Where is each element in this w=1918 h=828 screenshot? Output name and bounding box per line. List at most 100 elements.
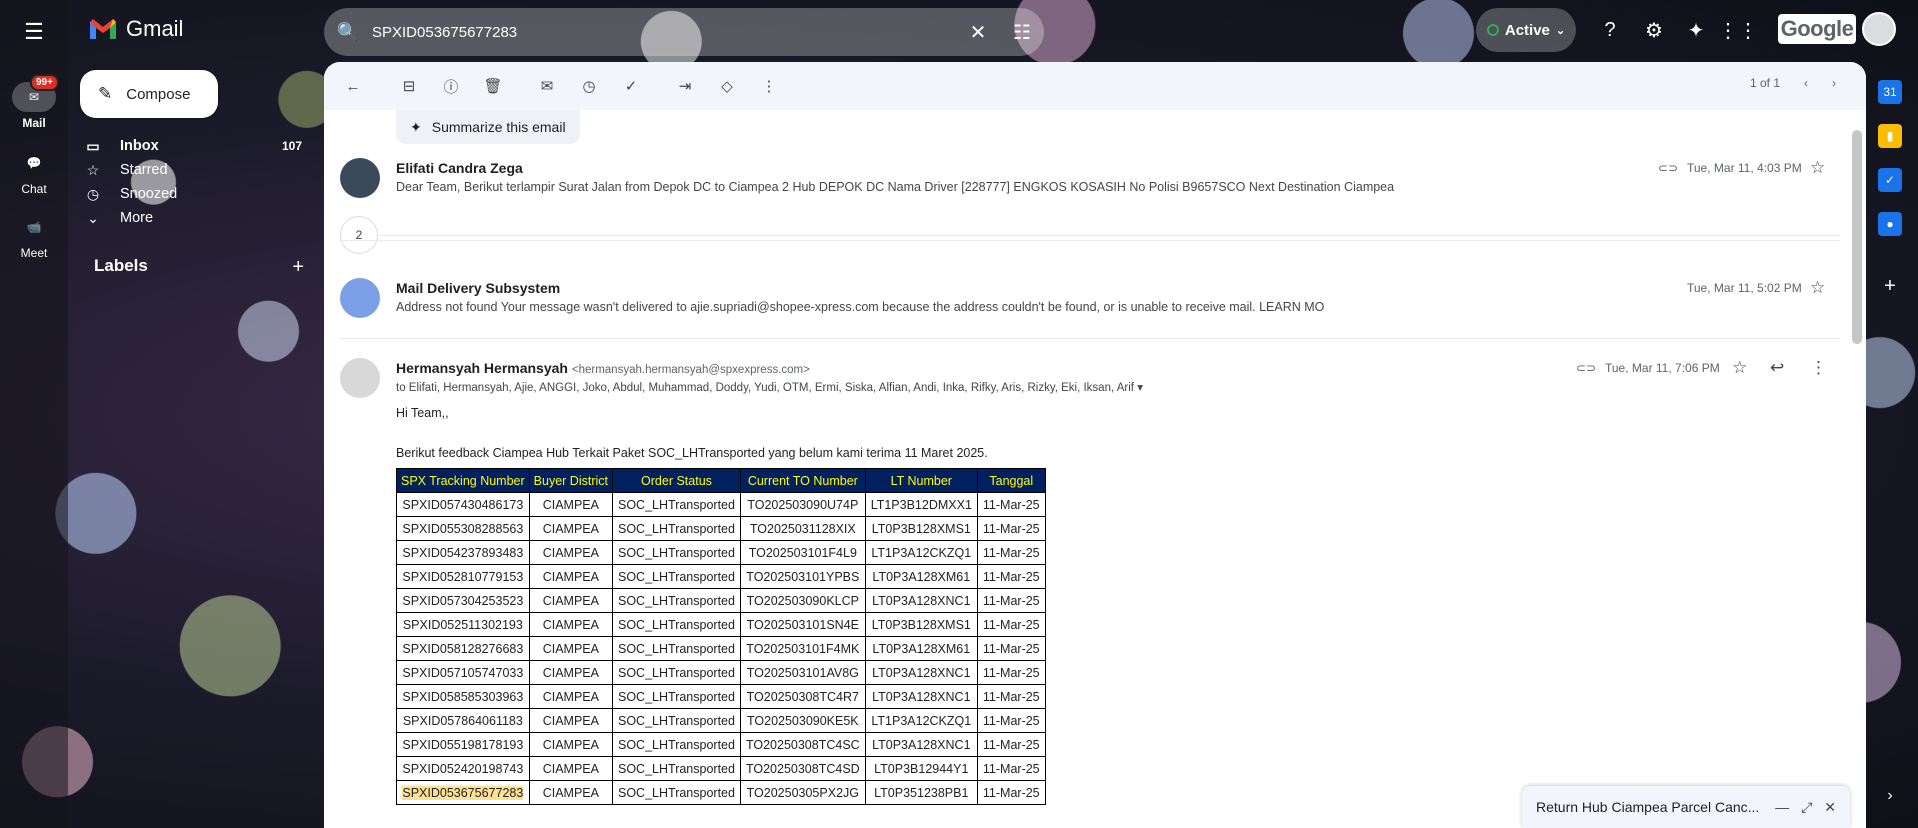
message-date[interactable]: Tue, Mar 11, 4:03 PM <box>1687 161 1802 175</box>
cell-text: SPXID055198178193 <box>402 737 524 752</box>
table-cell: 11-Mar-25 <box>976 516 1046 541</box>
message-date[interactable]: Tue, Mar 11, 5:02 PM <box>1687 281 1802 295</box>
message-sender[interactable]: Hermansyah Hermansyah <hermansyah.herman… <box>396 360 810 376</box>
cell-text: SPXID052420198743 <box>402 761 524 776</box>
table-cell: TO20250308TC4SC <box>739 732 866 757</box>
thread-content: ✦ Summarize this email Elifati Candra Ze… <box>324 110 1848 828</box>
minimize-icon[interactable]: — <box>1775 799 1789 816</box>
cell-text: SOC_LHTransported <box>618 593 735 608</box>
summarize-button[interactable]: ✦ Summarize this email <box>396 110 580 144</box>
table-cell: LT1P3A12CKZQ1 <box>864 708 978 733</box>
cell-text: 11-Mar-25 <box>982 545 1040 560</box>
add-label-icon[interactable]: + <box>292 256 304 279</box>
cell-text: SOC_LHTransported <box>618 497 735 512</box>
recipients[interactable]: to Elifati, Hermansyah, Ajie, ANGGI, Jok… <box>396 380 1143 394</box>
snooze-icon[interactable]: ◷ <box>568 68 610 104</box>
table-cell: CIAMPEA <box>528 732 614 757</box>
expand-icon[interactable]: ⤢ <box>1801 799 1812 816</box>
rail-meet[interactable]: 📹 Meet <box>0 212 68 260</box>
cell-text: LT0P3A128XNC1 <box>872 689 971 704</box>
table-cell: 11-Mar-25 <box>976 492 1046 517</box>
gemini-sparkle-icon[interactable]: ✦ <box>1678 12 1714 48</box>
tasks-icon[interactable]: ✓ <box>1878 168 1902 192</box>
table-cell: SPXID052810779153 <box>396 564 530 589</box>
star-icon[interactable]: ☆ <box>1732 358 1747 378</box>
message-snippet[interactable]: Dear Team, Berikut terlampir Surat Jalan… <box>396 180 1394 194</box>
collapse-panel-icon[interactable]: › <box>1878 784 1902 808</box>
table-cell: CIAMPEA <box>528 708 614 733</box>
more-vert-icon[interactable]: ⋮ <box>1810 358 1827 378</box>
scrollbar[interactable] <box>1852 130 1862 344</box>
cell-text: LT0P3A128XNC1 <box>872 665 971 680</box>
recipients-list: to Elifati, Hermansyah, Ajie, ANGGI, Jok… <box>396 382 1134 394</box>
cell-text: 11-Mar-25 <box>982 689 1040 704</box>
keep-icon[interactable]: ▮ <box>1878 124 1902 148</box>
cell-text: CIAMPEA <box>542 689 599 704</box>
message-sender[interactable]: Elifati Candra Zega <box>396 160 523 176</box>
cell-text: LT0P351238PB1 <box>874 785 969 800</box>
delete-trash-icon[interactable]: 🗑 <box>472 68 514 104</box>
cell-text: 11-Mar-25 <box>982 713 1040 728</box>
more-vert-icon[interactable]: ⋮ <box>748 68 790 104</box>
table-cell: TO202503101F4L9 <box>739 540 866 565</box>
account-avatar[interactable] <box>1862 12 1896 46</box>
cell-text: 11-Mar-25 <box>982 737 1040 752</box>
move-to-icon[interactable]: ⇥ <box>664 68 706 104</box>
details-dropdown-icon[interactable]: ▾ <box>1137 382 1143 394</box>
add-task-icon[interactable]: ✓ <box>610 68 652 104</box>
message-date[interactable]: Tue, Mar 11, 7:06 PM <box>1605 361 1720 375</box>
back-arrow-icon[interactable]: ← <box>332 68 374 104</box>
clock-icon: ◷ <box>86 185 100 202</box>
search-bar[interactable]: 🔍 ✕ ☷ <box>324 8 1044 56</box>
mail-unread-badge: 99+ <box>30 74 59 91</box>
apps-grid-icon[interactable]: ⋮⋮ <box>1718 12 1758 48</box>
nav-starred[interactable]: ☆ Starred <box>80 158 302 182</box>
add-addon-icon[interactable]: + <box>1878 274 1902 298</box>
compose-button[interactable]: ✎ Compose <box>80 70 218 118</box>
divider <box>340 235 1840 236</box>
archive-icon[interactable]: ⊟ <box>388 68 430 104</box>
table-cell: TO202503090U74P <box>739 492 866 517</box>
next-chevron-icon[interactable]: › <box>1832 76 1836 90</box>
message-snippet[interactable]: Address not found Your message wasn't de… <box>396 300 1324 314</box>
close-icon[interactable]: ✕ <box>1824 799 1836 816</box>
search-input[interactable] <box>372 23 956 41</box>
help-icon[interactable]: ? <box>1592 12 1628 48</box>
label-icon[interactable]: ◇ <box>706 68 748 104</box>
rail-meet-label: Meet <box>20 246 48 260</box>
sender-avatar <box>340 358 380 398</box>
search-options-icon[interactable]: ☷ <box>1000 20 1044 45</box>
rail-chat[interactable]: 💬 Chat <box>0 148 68 196</box>
reply-icon[interactable]: ↩ <box>1770 358 1784 378</box>
star-icon[interactable]: ☆ <box>1810 158 1825 178</box>
status-selector[interactable]: Active ⌄ <box>1476 8 1576 52</box>
clear-search-icon[interactable]: ✕ <box>956 20 1000 45</box>
table-cell: SOC_LHTransported <box>612 732 741 757</box>
search-icon[interactable]: 🔍 <box>324 22 372 43</box>
table-row: SPXID057430486173 CIAMPEA SOC_LHTransporte… <box>396 492 1046 517</box>
minimized-draft[interactable]: Return Hub Ciampea Parcel Canc... — ⤢ ✕ <box>1522 786 1850 828</box>
table-cell: SOC_LHTransported <box>612 540 741 565</box>
cell-text: LT1P3A12CKZQ1 <box>871 713 972 728</box>
star-icon[interactable]: ☆ <box>1810 278 1825 298</box>
calendar-icon[interactable]: 31 <box>1878 80 1902 104</box>
gmail-logo[interactable]: Gmail <box>88 12 183 46</box>
cell-text: CIAMPEA <box>542 521 599 536</box>
nav-inbox-label: Inbox <box>120 138 159 154</box>
collapsed-messages-count[interactable]: 2 <box>340 216 378 254</box>
table-cell: 11-Mar-25 <box>976 756 1046 781</box>
table-row: SPXID053675677283 CIAMPEA SOC_LHTransporte… <box>396 780 1046 805</box>
message-sender[interactable]: Mail Delivery Subsystem <box>396 280 560 296</box>
google-account-logo[interactable]: Google <box>1778 14 1856 44</box>
nav-snoozed[interactable]: ◷ Snoozed <box>80 182 302 206</box>
rail-mail[interactable]: ✉ 99+ Mail <box>0 74 68 130</box>
main-menu-icon[interactable]: ☰ <box>18 16 50 48</box>
report-spam-icon[interactable]: ⓘ <box>430 68 472 104</box>
nav-more[interactable]: ⌄ More <box>80 206 302 230</box>
contacts-icon[interactable]: ● <box>1878 212 1902 236</box>
nav-inbox[interactable]: ▭ Inbox 107 <box>80 134 302 158</box>
settings-gear-icon[interactable]: ⚙ <box>1636 12 1672 48</box>
table-cell: TO202503101F4MK <box>739 636 866 661</box>
mark-unread-icon[interactable]: ✉ <box>526 68 568 104</box>
previous-chevron-icon[interactable]: ‹ <box>1804 76 1808 90</box>
